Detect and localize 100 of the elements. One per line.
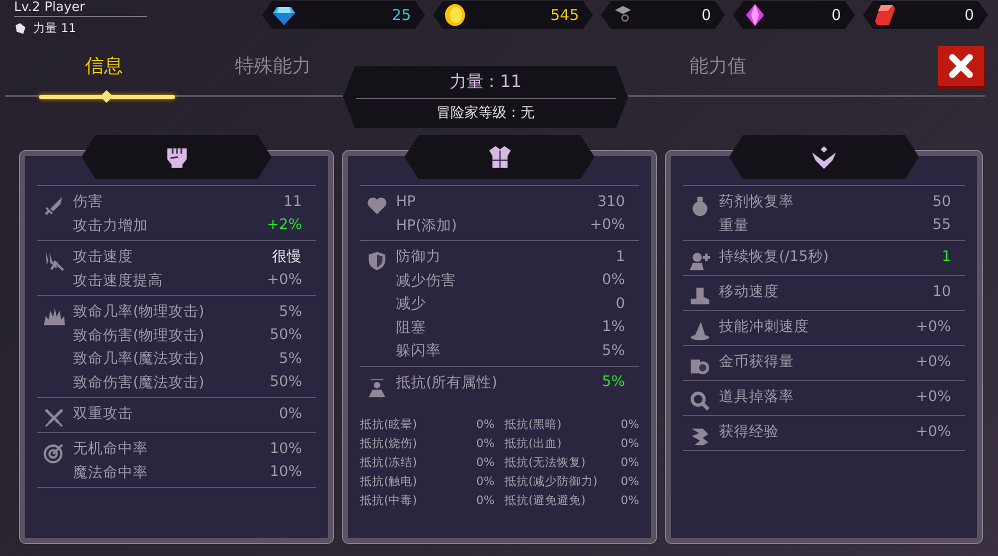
stat-label: 获得经验 <box>719 423 779 442</box>
stat-label: 致命几率(物理攻击) <box>73 302 204 322</box>
resistance-label: 抵抗(减少防御力) <box>504 474 598 488</box>
person-plus-icon <box>689 250 711 272</box>
resistance-value: 0% <box>476 436 494 450</box>
stat-label: 魔法命中率 <box>73 464 148 482</box>
close-button[interactable] <box>937 45 985 87</box>
resistance-value: 0% <box>476 455 494 469</box>
stat-value: 50% <box>270 327 302 344</box>
stat-value: +0% <box>590 217 625 234</box>
target-icon <box>43 442 65 464</box>
stat-value: 55 <box>932 217 951 234</box>
stat-label: 减少伤害 <box>396 272 456 290</box>
resistance-label: 抵抗(避免避免) <box>504 492 586 508</box>
search-icon <box>689 390 711 412</box>
stat-label: 攻击速度提高 <box>73 272 163 290</box>
crossed-swords-icon <box>43 407 65 429</box>
stat-label: 减少 <box>396 295 426 314</box>
adventurer-rank: 冒险家等级 : 无 <box>436 104 534 122</box>
stat-label: 致命伤害(魔法攻击) <box>73 374 204 392</box>
stat-value: +0% <box>916 318 951 335</box>
close-icon <box>948 53 974 79</box>
resistance-value: 0% <box>476 417 494 431</box>
wings-icon <box>811 144 837 170</box>
stat-label: 防御力 <box>396 248 441 266</box>
resistance-label: 抵抗(触电) <box>360 474 417 488</box>
stat-value: +0% <box>916 388 951 405</box>
resistance-label: 抵抗(眩晕) <box>360 416 417 432</box>
stat-value: 50 <box>932 194 951 210</box>
currency-counter: 0 <box>601 1 725 29</box>
stat-label: 攻击力增加 <box>73 216 148 235</box>
resistance-value: 0% <box>476 474 494 488</box>
resistance-value: 0% <box>476 493 494 507</box>
crystal-icon <box>743 3 767 27</box>
stat-value: 5% <box>278 350 302 367</box>
currency-counter: 25 <box>262 1 425 29</box>
stat-label: 致命几率(魔法攻击) <box>73 350 204 368</box>
stat-label: 躲闪率 <box>396 342 441 360</box>
stat-label: 无机命中率 <box>73 440 148 458</box>
tab[interactable]: 信息 <box>71 51 137 95</box>
boot-icon <box>689 285 711 307</box>
stat-label: 致命伤害(物理攻击) <box>73 326 204 345</box>
stat-label: HP <box>396 194 416 210</box>
stat-label: 金币获得量 <box>719 352 794 372</box>
stat-label: HP(添加) <box>396 216 457 235</box>
stat-value: 1 <box>616 248 625 265</box>
stat-label: 攻击速度 <box>73 248 133 266</box>
coin-icon <box>443 3 467 27</box>
stat-label: 伤害 <box>73 192 103 212</box>
stat-label: 移动速度 <box>719 282 779 302</box>
resistance-label: 抵抗(冻结) <box>360 454 417 470</box>
stat-value: 11 <box>284 194 302 210</box>
shield-icon <box>366 250 388 272</box>
resistance-label: 抵抗(烧伤) <box>360 436 417 450</box>
badge-title: 力量 : 11 <box>356 66 616 99</box>
stat-value: 50% <box>270 374 302 390</box>
armor-icon <box>486 144 512 170</box>
sword-icon <box>43 195 65 217</box>
player-name: Lv.2 Player <box>14 0 147 17</box>
ruby-icon <box>873 3 897 27</box>
wizard-hat-icon <box>689 320 711 342</box>
resistance-value: 0% <box>620 455 639 469</box>
stat-value: +0% <box>916 424 951 440</box>
stat-value: 1 <box>942 248 951 265</box>
stat-label: 抵抗(所有属性) <box>396 374 498 392</box>
currency-counter: 545 <box>433 1 593 29</box>
stat-value: 5% <box>602 342 625 359</box>
stat-label: 双重攻击 <box>73 405 133 424</box>
resistance-value: 0% <box>620 417 639 431</box>
stat-value: +0% <box>916 354 951 370</box>
stat-value: 10 <box>932 284 951 300</box>
stat-label: 道具掉落率 <box>719 388 794 406</box>
resistance-value: 0% <box>620 436 639 450</box>
stat-value: 310 <box>597 194 625 210</box>
stat-value: 0% <box>278 406 302 422</box>
tab[interactable]: 能力值 <box>676 51 760 95</box>
heart-icon <box>366 195 388 217</box>
stat-value: 5% <box>278 304 302 320</box>
strength-stat: 力量 11 <box>33 20 76 37</box>
stat-label: 阻塞 <box>396 318 426 337</box>
currency-counter: 0 <box>863 1 988 29</box>
stat-value: 10% <box>270 440 302 457</box>
stat-label: 技能冲刺速度 <box>719 318 809 336</box>
stat-label: 药剂恢复率 <box>719 192 794 212</box>
stat-value: 5% <box>602 374 625 390</box>
stat-value: 很慢 <box>272 248 302 266</box>
stat-value: 1% <box>602 319 625 336</box>
resistance-label: 抵抗(黑暗) <box>504 416 562 432</box>
resistance-value: 0% <box>620 493 639 507</box>
stat-value: +2% <box>266 217 302 234</box>
stat-value: +0% <box>266 272 302 288</box>
stat-value: 0 <box>616 296 625 312</box>
stat-label: 重量 <box>719 216 749 235</box>
resistance-label: 抵抗(无法恢复) <box>504 454 586 470</box>
resistance-label: 抵抗(出血) <box>504 436 562 450</box>
stat-label: 持续恢复(/15秒) <box>719 248 829 266</box>
stat-value: 10% <box>270 464 302 480</box>
stat-value: 0% <box>602 272 625 288</box>
currency-counter: 0 <box>733 1 855 29</box>
tab[interactable]: 特殊能力 <box>221 51 325 95</box>
